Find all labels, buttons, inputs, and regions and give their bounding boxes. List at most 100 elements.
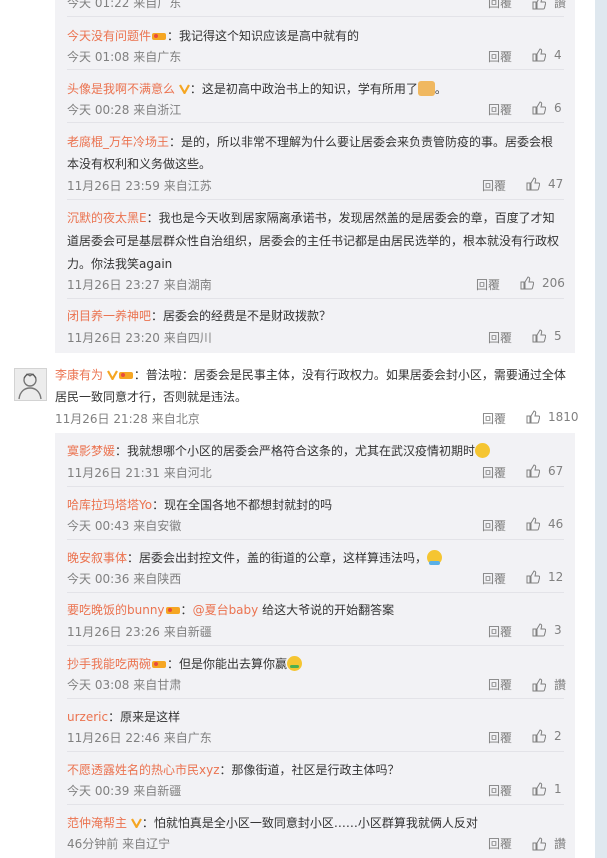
reply-button[interactable]: 回覆 (488, 48, 512, 65)
thumbs-up-icon (526, 570, 540, 584)
like-button[interactable]: 67 (526, 464, 563, 478)
reply-button[interactable]: 回覆 (488, 782, 512, 799)
like-count: 3 (554, 623, 562, 637)
divider (67, 122, 564, 123)
like-count: 讚 (554, 678, 567, 692)
reply-button[interactable]: 回覆 (488, 623, 512, 640)
reply-username[interactable]: 晚安叙事体 (67, 551, 127, 565)
reply-username[interactable]: 范仲淹帮主 (67, 816, 127, 830)
divider (67, 16, 564, 17)
thumbs-up-emoji-icon (417, 81, 435, 96)
reply-button[interactable]: 回覆 (488, 676, 512, 693)
reply-text-line: 力。你法我笑again (67, 257, 173, 271)
like-count: 67 (548, 464, 564, 478)
like-count: 讚 (554, 837, 567, 851)
reply-button[interactable]: 回覆 (488, 101, 512, 118)
scrollbar-track[interactable] (595, 0, 607, 858)
thumbs-up-icon (532, 0, 546, 9)
like-button[interactable]: 206 (520, 276, 565, 290)
thumbs-up-icon (520, 276, 534, 290)
reply-meta: 11月26日 23:59 来自江苏 (67, 179, 212, 193)
cap-badge-icon (152, 33, 167, 40)
reply-button[interactable]: 回覆 (488, 835, 512, 852)
cap-badge-icon (118, 372, 133, 379)
reply-meta: 今天 03:08 来自甘肃 (67, 678, 182, 692)
like-count: 206 (542, 276, 565, 290)
comment-username[interactable]: 李康有为 (55, 368, 103, 382)
reply-text-line: 晚安叙事体：居委会出封控文件，盖的街道的公章，这样算违法吗， (67, 549, 443, 567)
reply-button[interactable]: 回覆 (482, 517, 506, 534)
reply-meta: 今天 00:43 来自安徽 (67, 519, 182, 533)
like-button[interactable]: 47 (526, 177, 563, 191)
reply-text-line: 抄手我能吃两碗 ：但是你能出去算你赢 (67, 655, 303, 673)
reply-username[interactable]: urzeric (67, 710, 108, 724)
divider (67, 751, 564, 752)
reply-username[interactable]: 闭目养一养神吧 (67, 309, 151, 323)
reply-text-line: 道居委会可是基层群众性自治组织，居委会的主任书记都是由居民选举的，根本就没有行政… (67, 234, 560, 248)
thumbs-up-icon (526, 517, 540, 531)
reply-text-line: 哈库拉玛塔塔Yo：现在全国各地不都想封就封的吗 (67, 498, 333, 512)
reply-text-line: 头像是我啊不满意么 ：这是初高中政治书上的知识，学有所用了。 (67, 81, 447, 96)
thumbs-up-icon (532, 729, 546, 743)
reply-button[interactable]: 回覆 (482, 464, 506, 481)
like-button[interactable]: 12 (526, 570, 563, 584)
reply-username[interactable]: 要吃晚饭的bunny (67, 603, 165, 617)
thumbs-up-icon (532, 623, 546, 637)
like-count: 4 (554, 48, 562, 62)
reply-username[interactable]: 老腐棍_万年冷场王 (67, 135, 169, 149)
like-button[interactable]: 5 (532, 329, 562, 343)
reply-button[interactable]: 回覆 (482, 410, 506, 427)
like-count: 2 (554, 729, 562, 743)
divider (67, 69, 564, 70)
thumbs-up-icon (532, 677, 546, 691)
cap-badge-icon (165, 607, 180, 614)
like-button[interactable]: 讚 (532, 676, 566, 693)
reply-button[interactable]: 回覆 (488, 0, 512, 11)
reply-username[interactable]: 头像是我啊不满意么 (67, 82, 175, 96)
verified-v-icon (178, 84, 190, 94)
like-button[interactable]: 1 (532, 782, 562, 796)
like-button[interactable]: 1810 (526, 410, 579, 424)
reply-button[interactable]: 回覆 (476, 276, 500, 293)
reply-username[interactable]: 抄手我能吃两碗 (67, 657, 151, 671)
avatar[interactable] (14, 368, 47, 401)
like-button[interactable]: 2 (532, 729, 562, 743)
reply-meta: 11月26日 21:31 来自河北 (67, 466, 212, 480)
like-count: 46 (548, 517, 564, 531)
reply-username[interactable]: 寞影梦媛 (67, 444, 115, 458)
thumbs-up-icon (526, 410, 540, 424)
mention-link[interactable]: @夏台baby (193, 603, 259, 617)
reply-button[interactable]: 回覆 (488, 729, 512, 746)
divider (67, 199, 564, 200)
like-button[interactable]: 3 (532, 623, 562, 637)
reply-meta: 11月26日 23:20 来自四川 (67, 331, 212, 345)
reply-meta: 11月26日 23:26 来自新疆 (67, 625, 212, 639)
reply-meta: 11月26日 22:46 来自广东 (67, 731, 212, 745)
like-button[interactable]: 4 (532, 48, 562, 62)
reply-button[interactable]: 回覆 (482, 177, 506, 194)
reply-button[interactable]: 回覆 (488, 329, 512, 346)
reply-meta: 今天 00:39 来自新疆 (67, 784, 182, 798)
laughing-emoji-icon (475, 443, 491, 458)
like-button[interactable]: 讚 (532, 835, 566, 852)
thumbs-up-icon (532, 329, 546, 343)
like-button[interactable]: 讚 (532, 0, 566, 11)
divider (67, 486, 564, 487)
reply-button[interactable]: 回覆 (482, 570, 506, 587)
like-count: 6 (554, 101, 562, 115)
reply-text-line: 不愿透露姓名的热心市民xyz：那像街道，社区是行政主体吗？ (67, 763, 400, 777)
like-button[interactable]: 46 (526, 517, 563, 531)
thumbs-up-icon (532, 48, 546, 62)
like-count: 5 (554, 329, 562, 343)
page-scrollbar[interactable] (595, 0, 607, 858)
reply-username[interactable]: 沉默的夜太黑E (67, 211, 147, 225)
reply-username[interactable]: 今天没有问题件 (67, 29, 151, 43)
comment-text-line: 居民一致同意才行，否则就是违法。 (55, 390, 248, 404)
like-count: 1 (554, 782, 562, 796)
reply-text-line: 闭目养一养神吧：居委会的经费是不是财政拨款？ (67, 309, 332, 323)
reply-username[interactable]: 不愿透露姓名的热心市民xyz (67, 763, 220, 777)
reply-username[interactable]: 哈库拉玛塔塔Yo (67, 498, 152, 512)
like-count: 讚 (554, 0, 567, 10)
like-button[interactable]: 6 (532, 101, 562, 115)
reply-meta: 今天 01:08 来自广东 (67, 50, 182, 64)
